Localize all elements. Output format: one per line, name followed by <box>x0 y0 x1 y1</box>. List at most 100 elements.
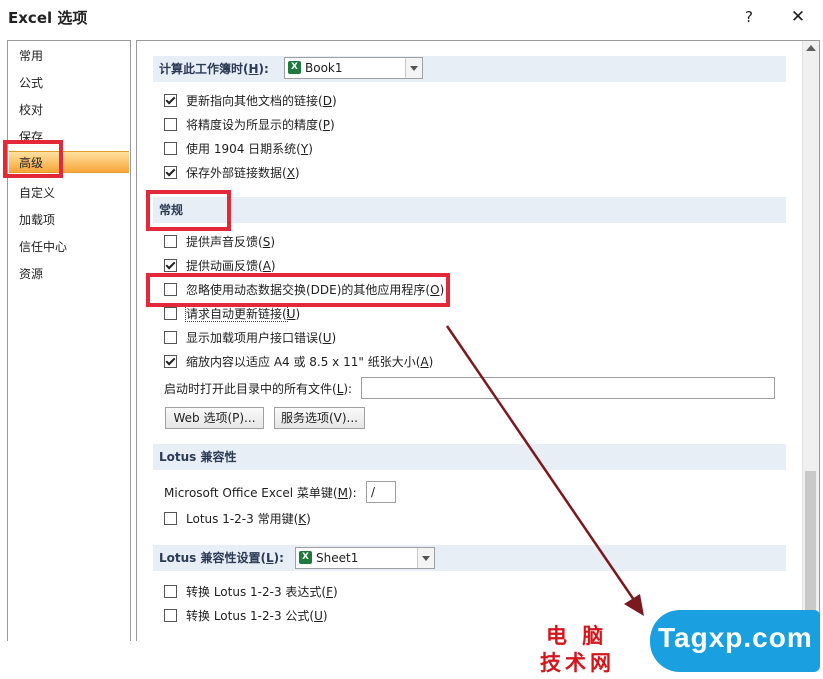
menu-key-input[interactable]: / <box>366 481 396 503</box>
accelerator-key: A <box>420 355 429 369</box>
option-save-external-link-values[interactable]: 保存外部链接数据(X) <box>164 164 300 182</box>
excel-sheet-icon: X <box>299 551 312 564</box>
option-scale-paper-size[interactable]: 缩放内容以适应 A4 或 8.5 x 11" 纸张大小(A) <box>164 353 433 371</box>
option-sound-feedback[interactable]: 提供声音反馈(S) <box>164 233 275 251</box>
checkbox[interactable] <box>164 355 177 368</box>
sidebar-item-customize[interactable]: 自定义 <box>9 182 129 204</box>
option-label-suffix: ) <box>308 142 313 156</box>
option-label: 保存外部链接数据( <box>186 166 287 180</box>
startup-label-suffix: ): <box>343 382 353 396</box>
workbook-combo-value: Book1 <box>305 61 343 75</box>
chevron-down-icon[interactable] <box>417 548 434 568</box>
sheet-combo-value: Sheet1 <box>316 551 359 565</box>
checkbox[interactable] <box>164 512 177 525</box>
option-label: 请求自动更新链接( <box>185 306 288 322</box>
checkbox[interactable] <box>164 118 177 131</box>
checkbox[interactable] <box>164 235 177 248</box>
option-label: 忽略使用动态数据交换(DDE)的其他应用程序( <box>186 283 431 297</box>
option-label-suffix: ) <box>331 94 337 108</box>
workbook-combo[interactable]: X Book1 <box>284 57 423 79</box>
close-button[interactable]: ✕ <box>787 6 809 28</box>
option-label: 显示加载项用户接口错误( <box>186 331 323 345</box>
option-transition-formula-entry[interactable]: 转换 Lotus 1-2-3 公式(U) <box>164 607 328 625</box>
section-header-workbook: 计算此工作簿时(H): <box>153 56 786 82</box>
option-label: 缩放内容以适应 A4 或 8.5 x 11" 纸张大小( <box>186 355 421 369</box>
options-sidebar: 常用 公式 校对 保存 高级 自定义 加载项 信任中心 资源 <box>7 40 131 642</box>
checkbox[interactable] <box>164 307 177 320</box>
sidebar-item-save[interactable]: 保存 <box>9 126 129 148</box>
checkbox[interactable] <box>164 94 177 107</box>
option-label-suffix: ) <box>428 355 434 369</box>
sidebar-item-general[interactable]: 常用 <box>9 45 129 67</box>
watermark-cn-line2: 技术网 <box>540 651 615 675</box>
accelerator-key: A <box>262 259 271 273</box>
startup-folder-input[interactable] <box>361 377 775 399</box>
accelerator-key: F <box>326 585 333 599</box>
option-lotus-navigation-keys[interactable]: Lotus 1-2-3 常用键(K) <box>164 510 311 528</box>
option-label: 将精度设为所显示的精度( <box>186 118 323 132</box>
accelerator-key: D <box>322 94 332 108</box>
scroll-up-arrow-icon[interactable] <box>806 45 816 51</box>
option-label: 更新指向其他文档的链接( <box>186 94 323 108</box>
title-bar: Excel 选项 ? ✕ <box>0 0 823 36</box>
section-header-lotus-settings: Lotus 兼容性设置(L): <box>153 545 786 571</box>
option-label-suffix: ) <box>270 235 275 249</box>
option-update-links[interactable]: 更新指向其他文档的链接(D) <box>164 92 337 110</box>
option-precision-as-displayed[interactable]: 将精度设为所显示的精度(P) <box>164 116 335 134</box>
checkbox[interactable] <box>164 259 177 272</box>
options-content: 计算此工作簿时(H): X Book1 更新指向其他文档的链接(D) 将精度设为… <box>136 40 820 642</box>
option-ignore-dde[interactable]: 忽略使用动态数据交换(DDE)的其他应用程序(O) <box>164 281 444 299</box>
option-1904-date-system[interactable]: 使用 1904 日期系统(Y) <box>164 140 313 158</box>
option-show-addin-errors[interactable]: 显示加载项用户接口错误(U) <box>164 329 336 347</box>
accelerator-key: M <box>337 486 348 500</box>
option-label-suffix: ) <box>294 166 300 180</box>
help-button[interactable]: ? <box>740 8 758 26</box>
web-options-button[interactable]: Web 选项(P)... <box>165 407 264 429</box>
watermark-latin: Tagxp.com <box>658 622 813 653</box>
checkbox[interactable] <box>164 283 177 296</box>
menu-key-label-suffix: ): <box>347 486 357 500</box>
option-label-suffix: ) <box>332 585 338 599</box>
accelerator-key: K <box>298 512 307 526</box>
sidebar-item-advanced[interactable]: 高级 <box>9 151 129 173</box>
accelerator-key: L <box>265 551 274 565</box>
sidebar-item-resources[interactable]: 资源 <box>9 263 129 285</box>
startup-folder-label: 启动时打开此目录中的所有文件(L): <box>164 380 352 398</box>
option-label: 提供动画反馈( <box>186 259 263 273</box>
sheet-combo[interactable]: X Sheet1 <box>295 547 435 569</box>
section-header-suffix: ): <box>273 551 284 565</box>
sidebar-item-trust-center[interactable]: 信任中心 <box>9 236 129 258</box>
option-animation-feedback[interactable]: 提供动画反馈(A) <box>164 257 276 275</box>
service-options-button[interactable]: 服务选项(V)... <box>274 407 365 429</box>
accelerator-key: P <box>322 118 330 132</box>
sidebar-item-formulas[interactable]: 公式 <box>9 72 129 94</box>
section-header-general: 常规 <box>153 197 786 223</box>
menu-key-label-text: Microsoft Office Excel 菜单键( <box>164 486 338 500</box>
checkbox[interactable] <box>164 166 177 179</box>
option-label: 转换 Lotus 1-2-3 表达式( <box>186 585 327 599</box>
section-header-label: 计算此工作簿时( <box>159 62 249 76</box>
accelerator-key: U <box>314 609 323 623</box>
option-label: Lotus 1-2-3 常用键( <box>186 512 299 526</box>
section-header-suffix: ): <box>258 62 269 76</box>
vertical-scrollbar[interactable] <box>802 41 819 641</box>
option-label-suffix: ) <box>306 512 311 526</box>
sidebar-item-proofing[interactable]: 校对 <box>9 99 129 121</box>
chevron-down-icon[interactable] <box>405 58 422 78</box>
watermark-cn-line1: 电 脑 <box>546 624 608 648</box>
option-label-suffix: ) <box>270 259 276 273</box>
excel-workbook-icon: X <box>288 61 301 74</box>
checkbox[interactable] <box>164 609 177 622</box>
window-title: Excel 选项 <box>8 9 88 27</box>
section-header-label: Lotus 兼容性设置( <box>159 551 266 565</box>
accelerator-key: X <box>286 166 295 180</box>
sidebar-item-addins[interactable]: 加载项 <box>9 209 129 231</box>
section-header-lotus: Lotus 兼容性 <box>153 444 786 470</box>
checkbox[interactable] <box>164 585 177 598</box>
checkbox[interactable] <box>164 142 177 155</box>
checkbox[interactable] <box>164 331 177 344</box>
option-label-suffix: ) <box>329 118 335 132</box>
lotus-menu-key-label: Microsoft Office Excel 菜单键(M): <box>164 484 357 502</box>
option-ask-update-links[interactable]: 请求自动更新链接(U) <box>164 305 300 323</box>
option-transition-formula-evaluation[interactable]: 转换 Lotus 1-2-3 表达式(F) <box>164 583 338 601</box>
